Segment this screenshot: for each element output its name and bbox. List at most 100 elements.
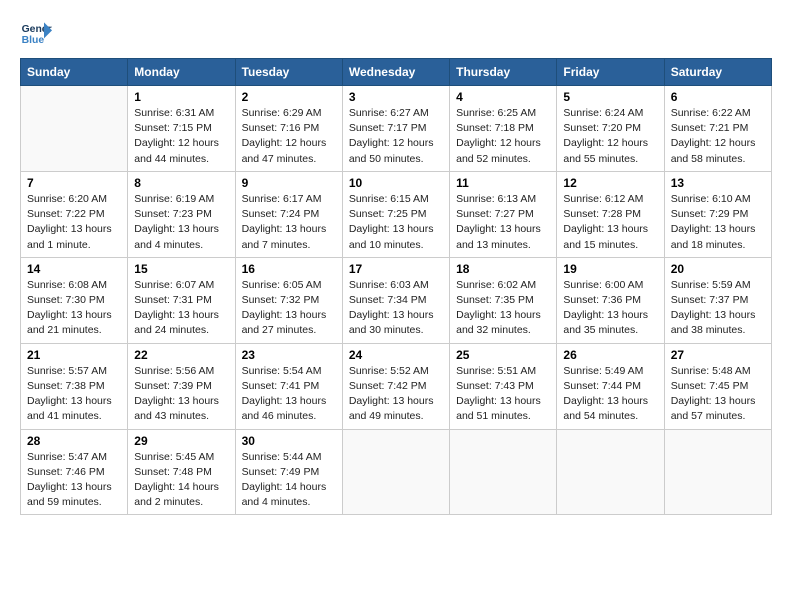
day-number: 11 [456, 176, 550, 190]
weekday-header: Saturday [664, 59, 771, 86]
calendar-cell: 26 Sunrise: 5:49 AMSunset: 7:44 PMDayligh… [557, 343, 664, 429]
day-detail: Sunrise: 5:44 AMSunset: 7:49 PMDaylight:… [242, 450, 336, 511]
day-number: 6 [671, 90, 765, 104]
calendar-cell: 4 Sunrise: 6:25 AMSunset: 7:18 PMDaylight… [450, 86, 557, 172]
day-number: 20 [671, 262, 765, 276]
day-number: 22 [134, 348, 228, 362]
day-number: 17 [349, 262, 443, 276]
day-detail: Sunrise: 6:00 AMSunset: 7:36 PMDaylight:… [563, 278, 657, 339]
day-detail: Sunrise: 6:27 AMSunset: 7:17 PMDaylight:… [349, 106, 443, 167]
weekday-header: Thursday [450, 59, 557, 86]
calendar-cell: 24 Sunrise: 5:52 AMSunset: 7:42 PMDayligh… [342, 343, 449, 429]
day-number: 4 [456, 90, 550, 104]
calendar-cell [342, 429, 449, 515]
day-number: 28 [27, 434, 121, 448]
day-detail: Sunrise: 5:56 AMSunset: 7:39 PMDaylight:… [134, 364, 228, 425]
logo-icon: General Blue [20, 16, 52, 48]
calendar-cell: 5 Sunrise: 6:24 AMSunset: 7:20 PMDaylight… [557, 86, 664, 172]
day-number: 8 [134, 176, 228, 190]
calendar-cell [664, 429, 771, 515]
day-detail: Sunrise: 6:05 AMSunset: 7:32 PMDaylight:… [242, 278, 336, 339]
weekday-header: Sunday [21, 59, 128, 86]
calendar-cell: 20 Sunrise: 5:59 AMSunset: 7:37 PMDayligh… [664, 257, 771, 343]
day-detail: Sunrise: 6:22 AMSunset: 7:21 PMDaylight:… [671, 106, 765, 167]
calendar-cell: 23 Sunrise: 5:54 AMSunset: 7:41 PMDayligh… [235, 343, 342, 429]
calendar-cell: 25 Sunrise: 5:51 AMSunset: 7:43 PMDayligh… [450, 343, 557, 429]
day-number: 2 [242, 90, 336, 104]
calendar-week-row: 28 Sunrise: 5:47 AMSunset: 7:46 PMDayligh… [21, 429, 772, 515]
calendar-cell: 30 Sunrise: 5:44 AMSunset: 7:49 PMDayligh… [235, 429, 342, 515]
day-detail: Sunrise: 6:25 AMSunset: 7:18 PMDaylight:… [456, 106, 550, 167]
calendar-cell: 21 Sunrise: 5:57 AMSunset: 7:38 PMDayligh… [21, 343, 128, 429]
calendar-header: SundayMondayTuesdayWednesdayThursdayFrid… [21, 59, 772, 86]
day-number: 19 [563, 262, 657, 276]
day-detail: Sunrise: 5:52 AMSunset: 7:42 PMDaylight:… [349, 364, 443, 425]
day-number: 30 [242, 434, 336, 448]
day-number: 25 [456, 348, 550, 362]
day-detail: Sunrise: 6:07 AMSunset: 7:31 PMDaylight:… [134, 278, 228, 339]
day-number: 15 [134, 262, 228, 276]
day-number: 13 [671, 176, 765, 190]
calendar-week-row: 14 Sunrise: 6:08 AMSunset: 7:30 PMDayligh… [21, 257, 772, 343]
weekday-header: Wednesday [342, 59, 449, 86]
calendar-cell: 9 Sunrise: 6:17 AMSunset: 7:24 PMDaylight… [235, 171, 342, 257]
calendar-cell [450, 429, 557, 515]
day-detail: Sunrise: 6:13 AMSunset: 7:27 PMDaylight:… [456, 192, 550, 253]
calendar-cell: 22 Sunrise: 5:56 AMSunset: 7:39 PMDayligh… [128, 343, 235, 429]
day-number: 16 [242, 262, 336, 276]
calendar-week-row: 7Sunrise: 6:20 AMSunset: 7:22 PMDaylight… [21, 171, 772, 257]
day-detail: Sunrise: 6:02 AMSunset: 7:35 PMDaylight:… [456, 278, 550, 339]
day-number: 23 [242, 348, 336, 362]
day-detail: Sunrise: 6:15 AMSunset: 7:25 PMDaylight:… [349, 192, 443, 253]
day-number: 21 [27, 348, 121, 362]
day-detail: Sunrise: 5:59 AMSunset: 7:37 PMDaylight:… [671, 278, 765, 339]
day-detail: Sunrise: 6:19 AMSunset: 7:23 PMDaylight:… [134, 192, 228, 253]
calendar-cell: 2 Sunrise: 6:29 AMSunset: 7:16 PMDaylight… [235, 86, 342, 172]
day-number: 12 [563, 176, 657, 190]
calendar-cell: 6 Sunrise: 6:22 AMSunset: 7:21 PMDaylight… [664, 86, 771, 172]
weekday-header: Monday [128, 59, 235, 86]
calendar-cell: 29Sunrise: 5:45 AMSunset: 7:48 PMDayligh… [128, 429, 235, 515]
calendar-cell [557, 429, 664, 515]
day-number: 27 [671, 348, 765, 362]
day-number: 24 [349, 348, 443, 362]
day-detail: Sunrise: 5:48 AMSunset: 7:45 PMDaylight:… [671, 364, 765, 425]
day-detail: Sunrise: 6:24 AMSunset: 7:20 PMDaylight:… [563, 106, 657, 167]
day-detail: Sunrise: 6:08 AMSunset: 7:30 PMDaylight:… [27, 278, 121, 339]
calendar-cell [21, 86, 128, 172]
calendar-cell: 10 Sunrise: 6:15 AMSunset: 7:25 PMDayligh… [342, 171, 449, 257]
day-detail: Sunrise: 6:29 AMSunset: 7:16 PMDaylight:… [242, 106, 336, 167]
day-detail: Sunrise: 5:49 AMSunset: 7:44 PMDaylight:… [563, 364, 657, 425]
weekday-header: Friday [557, 59, 664, 86]
day-detail: Sunrise: 6:12 AMSunset: 7:28 PMDaylight:… [563, 192, 657, 253]
day-detail: Sunrise: 6:17 AMSunset: 7:24 PMDaylight:… [242, 192, 336, 253]
calendar-cell: 17Sunrise: 6:03 AMSunset: 7:34 PMDayligh… [342, 257, 449, 343]
day-detail: Sunrise: 5:51 AMSunset: 7:43 PMDaylight:… [456, 364, 550, 425]
day-detail: Sunrise: 5:47 AMSunset: 7:46 PMDaylight:… [27, 450, 121, 511]
logo: General Blue [20, 16, 56, 48]
day-number: 3 [349, 90, 443, 104]
calendar-cell: 15 Sunrise: 6:07 AMSunset: 7:31 PMDayligh… [128, 257, 235, 343]
day-number: 18 [456, 262, 550, 276]
calendar-cell: 1Sunrise: 6:31 AMSunset: 7:15 PMDaylight… [128, 86, 235, 172]
calendar-week-row: 21 Sunrise: 5:57 AMSunset: 7:38 PMDayligh… [21, 343, 772, 429]
day-number: 5 [563, 90, 657, 104]
calendar-cell: 12 Sunrise: 6:12 AMSunset: 7:28 PMDayligh… [557, 171, 664, 257]
day-number: 10 [349, 176, 443, 190]
calendar-cell: 13 Sunrise: 6:10 AMSunset: 7:29 PMDayligh… [664, 171, 771, 257]
calendar-table: SundayMondayTuesdayWednesdayThursdayFrid… [20, 58, 772, 515]
day-detail: Sunrise: 6:10 AMSunset: 7:29 PMDaylight:… [671, 192, 765, 253]
day-number: 1 [134, 90, 228, 104]
day-number: 7 [27, 176, 121, 190]
page-header: General Blue [20, 16, 772, 48]
calendar-cell: 18 Sunrise: 6:02 AMSunset: 7:35 PMDayligh… [450, 257, 557, 343]
weekday-header: Tuesday [235, 59, 342, 86]
day-number: 14 [27, 262, 121, 276]
calendar-cell: 19 Sunrise: 6:00 AMSunset: 7:36 PMDayligh… [557, 257, 664, 343]
day-number: 9 [242, 176, 336, 190]
day-detail: Sunrise: 5:45 AMSunset: 7:48 PMDaylight:… [134, 450, 228, 511]
day-detail: Sunrise: 5:54 AMSunset: 7:41 PMDaylight:… [242, 364, 336, 425]
day-number: 26 [563, 348, 657, 362]
calendar-cell: 8 Sunrise: 6:19 AMSunset: 7:23 PMDaylight… [128, 171, 235, 257]
day-detail: Sunrise: 5:57 AMSunset: 7:38 PMDaylight:… [27, 364, 121, 425]
